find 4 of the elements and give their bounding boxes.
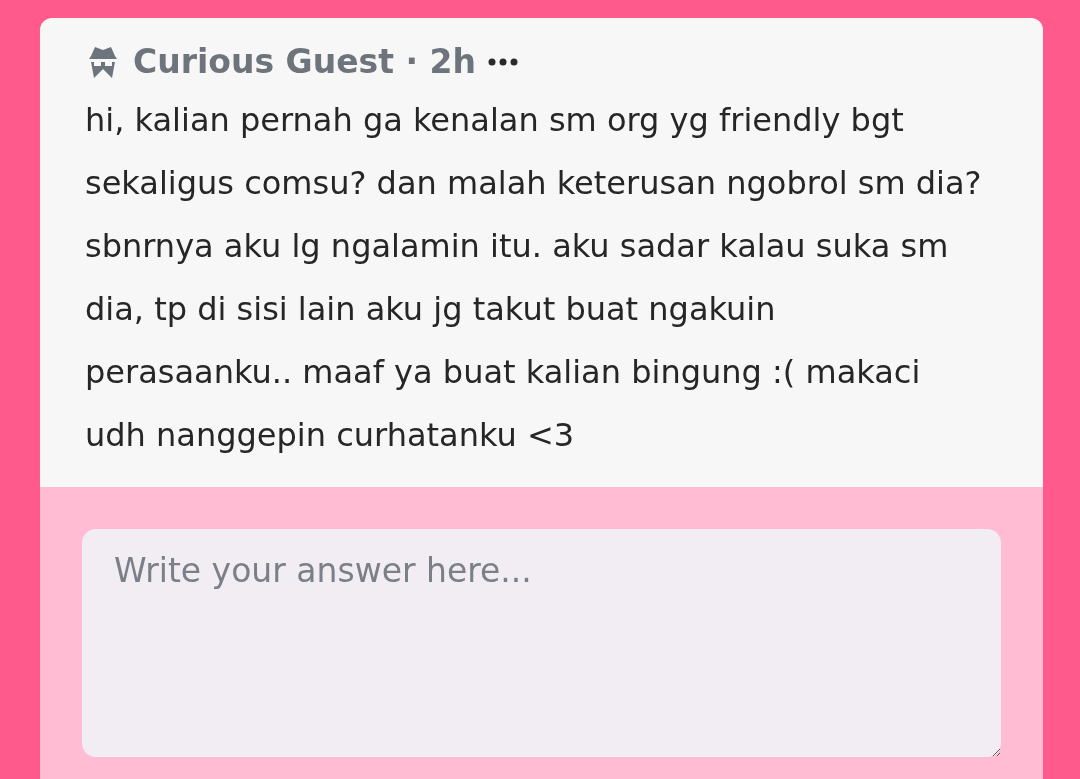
more-icon[interactable]: [487, 57, 518, 66]
answer-field[interactable]: Write your answer here...: [82, 529, 1001, 757]
post-text: hi, kalian pernah ga kenalan sm org yg friendly bgt sekaligus comsu? dan malah keterusan ngobrol sm dia? sbnrnya aku lg ngalamin itu. aku sadar kalau suka sm dia, tp di sisi lain aku jg takut buat ngakuin perasaanku.. maaf ya buat kalian bingung :( makaci udh nanggepin curhatanku <3: [85, 100, 983, 456]
author-name: Curious Guest · 2h: [133, 42, 476, 81]
